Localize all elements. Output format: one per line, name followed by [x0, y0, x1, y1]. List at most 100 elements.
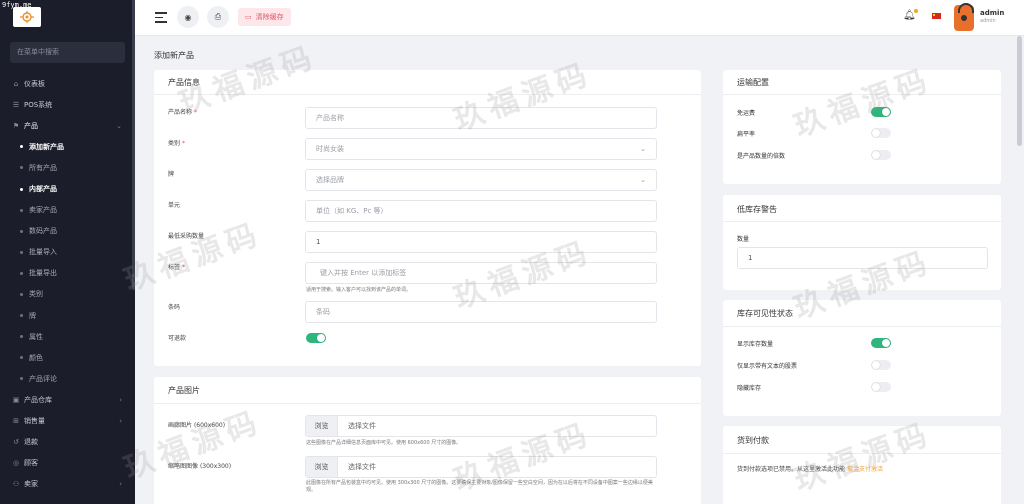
main-scrollbar[interactable] [1017, 36, 1022, 146]
qty-multiply-toggle[interactable] [871, 150, 891, 160]
avatar[interactable] [954, 3, 974, 31]
thumbnail-hint: 此图像在所有产品包装盒中均可见。使用 300x300 尺寸的图像。这要确保主要对… [306, 480, 653, 493]
free-shipping-toggle[interactable] [871, 107, 891, 117]
sidebar-item-label: 产品 [24, 121, 38, 130]
barcode-label: 条码 [168, 304, 181, 311]
sidebar-item[interactable]: 批量导出 [0, 263, 135, 284]
min-qty-input[interactable]: 1 [305, 231, 657, 253]
sidebar-menu: ⌂ 仪表板 ☰ POS系统 ⚑ 产品 ⌄ 添加新产品 所有产品 内部产品 卖家产品 数码产品 批量导入批… [0, 73, 135, 495]
hide-stock-toggle[interactable] [871, 382, 891, 392]
brand-select[interactable]: 选择品牌 ⌄ [305, 169, 657, 191]
gallery-label: 画廊图片 (600x600) [168, 422, 226, 429]
printer-icon[interactable]: ⎙ [207, 6, 229, 28]
sidebar-item[interactable]: 牌 [0, 305, 135, 326]
sidebar: 9fym.me 在菜单中搜索 ⌂ 仪表板 ☰ POS系统 ⚑ 产品 ⌄ 添加新产品 所有产品 内部… [0, 0, 135, 504]
product-images-card: 产品图片 画廊图片 (600x600) 浏览 选择文件 这些图像在产品详细信息页… [154, 377, 701, 504]
sidebar-item[interactable]: 批量导入 [0, 242, 135, 263]
page-title: 添加新产品 [154, 51, 194, 60]
user-icon: ◎ [12, 459, 20, 468]
sidebar-item[interactable]: 所有产品 [0, 157, 135, 178]
cod-title: 货到付款 [737, 436, 769, 445]
sidebar-scrollbar[interactable] [132, 0, 135, 290]
sidebar-item[interactable]: ◎ 顾客 [0, 453, 135, 474]
tag-icon: ⚑ [12, 121, 20, 130]
sidebar-search-input[interactable]: 在菜单中搜索 [10, 42, 125, 63]
logo-icon [20, 11, 34, 23]
sidebar-item[interactable]: ⌂ 仪表板 [0, 73, 135, 94]
sidebar-item[interactable]: 卖家产品 [0, 200, 135, 221]
cod-message: 货到付款选项已禁用。从这里激活此功能 现金支付激活 [737, 466, 883, 473]
list-icon: ☰ [12, 100, 20, 109]
refundable-toggle[interactable] [306, 333, 326, 343]
bullet-icon [20, 166, 23, 170]
sidebar-item[interactable]: 颜色 [0, 347, 135, 368]
shipping-title: 运输配置 [737, 78, 769, 87]
sidebar-item[interactable]: 类别 [0, 284, 135, 305]
chevron-right-icon: › [119, 395, 122, 404]
product-name-input[interactable]: 产品名称 [305, 107, 657, 129]
language-flag-icon[interactable] [932, 13, 941, 19]
gallery-browse-button[interactable]: 浏览 [306, 416, 338, 436]
sidebar-item-label: 产品仓库 [24, 395, 52, 404]
sidebar-item[interactable]: 数码产品 [0, 221, 135, 242]
barcode-input[interactable]: 条码 [305, 301, 657, 323]
sidebar-item[interactable]: ⚑ 产品 ⌄ [0, 115, 135, 136]
show-stock-qty-label: 显示库存数量 [737, 341, 774, 348]
min-qty-label: 最低采购数量 [168, 233, 205, 240]
low-stock-card: 低库存警告 数量 1 [723, 195, 1001, 290]
product-name-label: 产品名称 * [168, 109, 197, 116]
sidebar-header: 9fym.me [0, 0, 135, 36]
sidebar-item-label: 产品评论 [29, 374, 57, 383]
divider [723, 453, 1001, 454]
bullet-icon [20, 292, 23, 296]
sidebar-item[interactable]: ▣ 产品仓库 › [0, 389, 135, 410]
stock-text-only-label: 仅显示带有文本的股票 [737, 363, 798, 370]
bullet-icon [20, 250, 23, 254]
sidebar-item-label: POS系统 [24, 100, 53, 109]
tags-input[interactable]: 键入并按 Enter 以添加标签 [305, 262, 657, 284]
gallery-file-input[interactable]: 浏览 选择文件 [305, 415, 657, 437]
sidebar-item[interactable]: ☰ POS系统 [0, 94, 135, 115]
cache-icon: ▭ [245, 13, 252, 21]
thumbnail-browse-button[interactable]: 浏览 [306, 457, 338, 477]
sidebar-item[interactable]: 产品评论 [0, 368, 135, 389]
sidebar-item[interactable]: 属性 [0, 326, 135, 347]
bullet-icon [20, 229, 23, 233]
notification-badge [913, 9, 918, 13]
logo[interactable] [13, 7, 41, 27]
sidebar-item[interactable]: 添加新产品 [0, 136, 135, 157]
cart-icon: ⊞ [13, 417, 19, 426]
thumbnail-label: 缩略图图像 (300x300) [168, 463, 232, 470]
category-value: 时尚女装 [316, 145, 344, 153]
stock-text-only-toggle[interactable] [871, 360, 891, 370]
gallery-hint: 这些图像在产品详细信息页面库中可见。使用 600x600 尺寸的图像。 [306, 440, 462, 446]
menu-toggle-icon[interactable] [155, 12, 167, 26]
hide-stock-label: 隐藏库存 [737, 385, 762, 392]
sidebar-item[interactable]: ↺ 退款 [0, 432, 135, 453]
bullet-icon [20, 208, 23, 212]
home-icon: ⌂ [13, 79, 19, 88]
bullet-icon [20, 187, 23, 191]
thumbnail-file-input[interactable]: 浏览 选择文件 [305, 456, 657, 478]
sidebar-item-label: 数码产品 [29, 227, 57, 236]
clear-cache-button[interactable]: ▭ 清除缓存 [238, 8, 291, 26]
tags-hint: 适用于搜索。输入客户可以找到该产品的单词。 [306, 287, 412, 293]
notification-bell-icon[interactable]: 🔔︎ [903, 9, 918, 21]
sidebar-item-label: 所有产品 [29, 163, 57, 172]
sidebar-item-label: 类别 [29, 290, 43, 299]
chevron-right-icon: › [119, 480, 122, 489]
category-select[interactable]: 时尚女装 ⌄ [305, 138, 657, 160]
sidebar-item-label: 卖家产品 [29, 206, 57, 215]
low-stock-qty-input[interactable]: 1 [737, 247, 988, 269]
sidebar-item[interactable]: ⚇ 卖家 › [0, 474, 135, 495]
flat-rate-toggle[interactable] [871, 128, 891, 138]
chevron-down-icon: ⌄ [640, 145, 646, 153]
cod-activate-link[interactable]: 现金支付激活 [847, 466, 883, 473]
show-stock-qty-toggle[interactable] [871, 338, 891, 348]
user-name[interactable]: admin [980, 9, 1004, 17]
sidebar-item[interactable]: ⊞ 销售量 › [0, 411, 135, 432]
sidebar-item[interactable]: 内部产品 [0, 178, 135, 199]
top-header: ◉ ⎙ ▭ 清除缓存 🔔︎ admin admin [135, 0, 1024, 36]
globe-icon[interactable]: ◉ [177, 6, 199, 28]
unit-input[interactable]: 单位（如 KG、Pc 等） [305, 200, 657, 222]
